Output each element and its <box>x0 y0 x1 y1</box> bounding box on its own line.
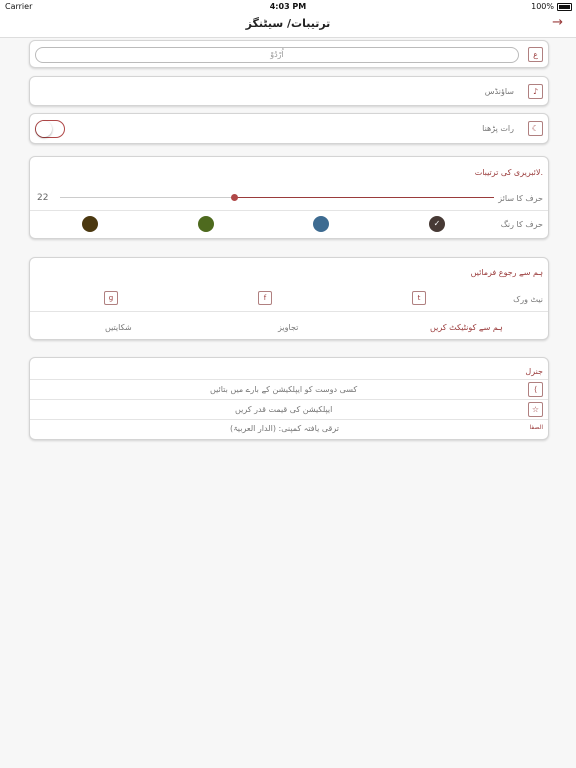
divider <box>30 419 548 420</box>
night-reading-card: رات پڑھنا ☾ <box>29 113 549 144</box>
share-icon: ⟨ <box>528 382 543 397</box>
language-card: ع <box>29 40 549 68</box>
slider-fill <box>233 197 494 198</box>
clock: 4:03 PM <box>269 2 307 11</box>
font-color-label: حرف کا رنگ <box>500 220 543 229</box>
contact-heading: ہم سے رجوع فرمائیں <box>470 268 543 277</box>
battery-percent: 100% <box>531 2 554 11</box>
star-icon: ☆ <box>528 402 543 417</box>
library-settings-card: لائبریری کی ترتیبات. 22 حرف کا سائز ✓ حر… <box>29 156 549 239</box>
network-label: نیٹ ورک <box>513 295 543 304</box>
twitter-icon[interactable]: t <box>412 291 426 305</box>
translate-icon: ع <box>528 47 543 62</box>
nav-bar: ترتیبات/ سیٹنگز → <box>0 12 576 38</box>
divider <box>30 379 548 380</box>
general-heading: جنرل <box>525 367 543 376</box>
sounds-card[interactable]: ساؤنڈس ♪ <box>29 76 549 106</box>
language-input[interactable] <box>35 47 519 63</box>
slider-thumb[interactable] <box>230 194 238 201</box>
night-reading-label: رات پڑھنا <box>482 124 514 133</box>
moon-icon: ☾ <box>528 121 543 136</box>
tab-contact-us[interactable]: ہم سے کونٹیکٹ کریں <box>430 323 503 332</box>
google-plus-icon[interactable]: g <box>104 291 118 305</box>
rate-app-item[interactable]: ایپلکیشن کی قیمت قدر کریں <box>235 405 332 414</box>
color-swatch[interactable] <box>82 216 98 232</box>
divider <box>30 210 548 211</box>
color-swatch[interactable] <box>313 216 329 232</box>
company-logo: الصفا <box>529 424 543 431</box>
color-swatch[interactable] <box>198 216 214 232</box>
status-bar: Carrier 4:03 PM 100% <box>0 0 576 12</box>
color-swatch[interactable]: ✓ <box>429 216 445 232</box>
font-size-slider[interactable] <box>60 194 494 201</box>
tab-suggestions[interactable]: تجاویز <box>278 323 298 332</box>
night-reading-toggle[interactable] <box>35 120 65 138</box>
developer-item[interactable]: ترقی یافتہ کمپنی: (الدار العربیۃ) <box>230 424 339 433</box>
toggle-knob <box>36 121 52 137</box>
divider <box>30 311 548 312</box>
font-size-label: حرف کا سائز <box>498 194 543 203</box>
share-app-item[interactable]: کسی دوست کو ایپلکیشن کے بارے میں بتائیں <box>210 385 357 394</box>
page-title: ترتیبات/ سیٹنگز <box>245 17 331 30</box>
general-card: جنرل کسی دوست کو ایپلکیشن کے بارے میں بت… <box>29 357 549 440</box>
check-icon: ✓ <box>433 219 441 228</box>
back-arrow-icon[interactable]: → <box>552 15 563 30</box>
sounds-label: ساؤنڈس <box>484 87 514 96</box>
battery-icon <box>557 3 572 11</box>
facebook-icon[interactable]: f <box>258 291 272 305</box>
font-size-value: 22 <box>37 193 49 203</box>
library-heading: لائبریری کی ترتیبات. <box>474 168 543 177</box>
tab-complaints[interactable]: شکایتیں <box>105 323 132 332</box>
divider <box>30 399 548 400</box>
contact-card: ہم سے رجوع فرمائیں g f t نیٹ ورک ہم سے ک… <box>29 257 549 340</box>
microphone-icon: ♪ <box>528 84 543 99</box>
